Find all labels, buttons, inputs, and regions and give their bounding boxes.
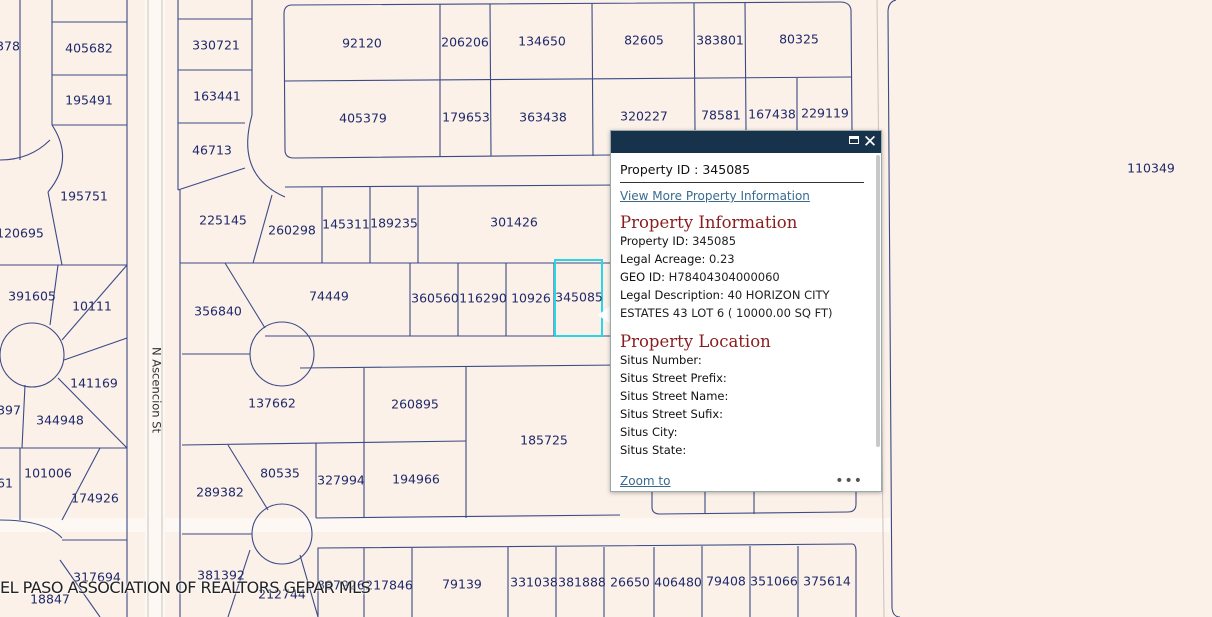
parcel-label-363438[interactable]: 363438 <box>519 110 567 125</box>
parcel-label-375614[interactable]: 375614 <box>803 574 851 589</box>
field-key: Situs Street Sufix: <box>620 407 724 421</box>
parcel-label-405379[interactable]: 405379 <box>339 111 387 126</box>
parcel-label-301426[interactable]: 301426 <box>490 215 538 230</box>
popup-body[interactable]: Property ID : 345085 View More Property … <box>611 153 875 491</box>
zoom-to-link[interactable]: Zoom to <box>620 474 671 488</box>
parcel-label-327994[interactable]: 327994 <box>317 473 365 488</box>
parcel-label-120695[interactable]: 120695 <box>0 226 44 241</box>
parcel-label-351066[interactable]: 351066 <box>750 574 798 589</box>
parcel-label-61[interactable]: 61 <box>0 476 13 491</box>
parcel-label-163441[interactable]: 163441 <box>193 89 241 104</box>
field-key: Situs Number: <box>620 353 702 367</box>
property-field: Situs State: <box>620 441 875 459</box>
popup-scrollbar[interactable] <box>876 155 880 447</box>
property-field: Legal Description: 40 HORIZON CITY ESTAT… <box>620 286 875 322</box>
close-icon[interactable]: ✕ <box>862 131 878 153</box>
field-key: Legal Acreage: <box>620 252 706 266</box>
parcel-label-397[interactable]: 397 <box>0 403 21 418</box>
parcel-label-174926[interactable]: 174926 <box>71 491 119 506</box>
parcel-label-167438[interactable]: 167438 <box>748 107 796 122</box>
street-corridor-horizontal <box>0 518 890 532</box>
field-key: Situs City: <box>620 425 678 439</box>
parcel-label-10111[interactable]: 10111 <box>72 299 112 314</box>
parcel-label-194966[interactable]: 194966 <box>392 472 440 487</box>
parcel-label-331038[interactable]: 331038 <box>510 575 558 590</box>
parcel-label-378[interactable]: 378 <box>0 39 20 54</box>
parcel-label-92120[interactable]: 92120 <box>342 36 382 51</box>
parcel-label-320227[interactable]: 320227 <box>620 109 668 124</box>
parcel-label-74449[interactable]: 74449 <box>309 289 349 304</box>
property-popup: ✕ Property ID : 345085 View More Propert… <box>610 130 882 492</box>
property-field: GEO ID: H78404304000060 <box>620 268 875 286</box>
property-field: Situs Street Prefix: <box>620 369 875 387</box>
parcel-label-80535[interactable]: 80535 <box>260 466 300 481</box>
field-key: Situs State: <box>620 443 687 457</box>
parcel-label-134650[interactable]: 134650 <box>518 34 566 49</box>
parcel-label-405682[interactable]: 405682 <box>65 41 113 56</box>
parcel-label-229119[interactable]: 229119 <box>801 106 849 121</box>
parcel-label-383801[interactable]: 383801 <box>696 33 744 48</box>
property-field: Situs City: <box>620 423 875 441</box>
parcel-label-356840[interactable]: 356840 <box>194 304 242 319</box>
parcel-label-145311[interactable]: 145311 <box>322 217 370 232</box>
parcel-label-406480[interactable]: 406480 <box>654 575 702 590</box>
parcel-label-79408[interactable]: 79408 <box>706 574 746 589</box>
parcel-label-101006[interactable]: 101006 <box>24 466 72 481</box>
popup-title: Property ID : 345085 <box>620 162 864 183</box>
parcel-label-289382[interactable]: 289382 <box>196 485 244 500</box>
property-field: Situs Street Name: <box>620 387 875 405</box>
popup-pointer <box>598 306 610 324</box>
parcel-label-260298[interactable]: 260298 <box>268 223 316 238</box>
more-options-button[interactable]: ••• <box>835 473 863 489</box>
parcel-label-82605[interactable]: 82605 <box>624 33 664 48</box>
property-field: Situs Street Sufix: <box>620 405 875 423</box>
parcel-label-260895[interactable]: 260895 <box>391 397 439 412</box>
field-value: H78404304000060 <box>665 270 780 284</box>
parcel-label-195751[interactable]: 195751 <box>60 189 108 204</box>
parcel-label-80325[interactable]: 80325 <box>779 32 819 47</box>
popup-header: ✕ <box>611 131 881 153</box>
mls-watermark: EL PASO ASSOCIATION OF REALTORS GEPAR ML… <box>0 578 371 597</box>
property-field: Situs Number: <box>620 351 875 369</box>
parcel-label-330721[interactable]: 330721 <box>192 38 240 53</box>
parcel-label-116290[interactable]: 116290 <box>459 291 507 306</box>
parcel-label-46713[interactable]: 46713 <box>192 143 232 158</box>
parcel-label-345085[interactable]: 345085 <box>555 290 603 305</box>
parcel-label-217846[interactable]: 217846 <box>365 578 413 593</box>
field-value: 0.23 <box>705 252 735 266</box>
field-key: GEO ID: <box>620 270 666 284</box>
section-heading: Property Location <box>620 332 771 351</box>
maximize-icon[interactable] <box>849 136 859 144</box>
parcel-label-381888[interactable]: 381888 <box>558 575 606 590</box>
parcel-label-391605[interactable]: 391605 <box>8 289 56 304</box>
field-value: 345085 <box>688 234 737 248</box>
field-key: Situs Street Name: <box>620 389 729 403</box>
section-heading: Property Information <box>620 213 798 232</box>
parcel-label-225145[interactable]: 225145 <box>199 213 247 228</box>
parcel-label-206206[interactable]: 206206 <box>441 35 489 50</box>
street-label: N Ascencion St <box>150 347 164 434</box>
parcel-label-10926[interactable]: 10926 <box>511 291 551 306</box>
field-key: Legal Description: <box>620 288 724 302</box>
parcel-label-189235[interactable]: 189235 <box>370 216 418 231</box>
parcel-label-185725[interactable]: 185725 <box>520 433 568 448</box>
parcel-label-137662[interactable]: 137662 <box>248 396 296 411</box>
parcel-label-26650[interactable]: 26650 <box>610 575 650 590</box>
parcel-label-78581[interactable]: 78581 <box>701 108 741 123</box>
view-more-link[interactable]: View More Property Information <box>620 189 875 203</box>
parcel-label-141169[interactable]: 141169 <box>70 376 118 391</box>
property-field: Property ID: 345085 <box>620 232 875 250</box>
parcel-label-110349[interactable]: 110349 <box>1127 161 1175 176</box>
field-key: Situs Street Prefix: <box>620 371 727 385</box>
field-key: Property ID: <box>620 234 689 248</box>
parcel-label-179653[interactable]: 179653 <box>442 110 490 125</box>
parcel-label-79139[interactable]: 79139 <box>442 577 482 592</box>
parcel-label-344948[interactable]: 344948 <box>36 413 84 428</box>
parcel-label-195491[interactable]: 195491 <box>65 93 113 108</box>
parcel-label-360560[interactable]: 360560 <box>411 291 459 306</box>
property-field: Legal Acreage: 0.23 <box>620 250 875 268</box>
